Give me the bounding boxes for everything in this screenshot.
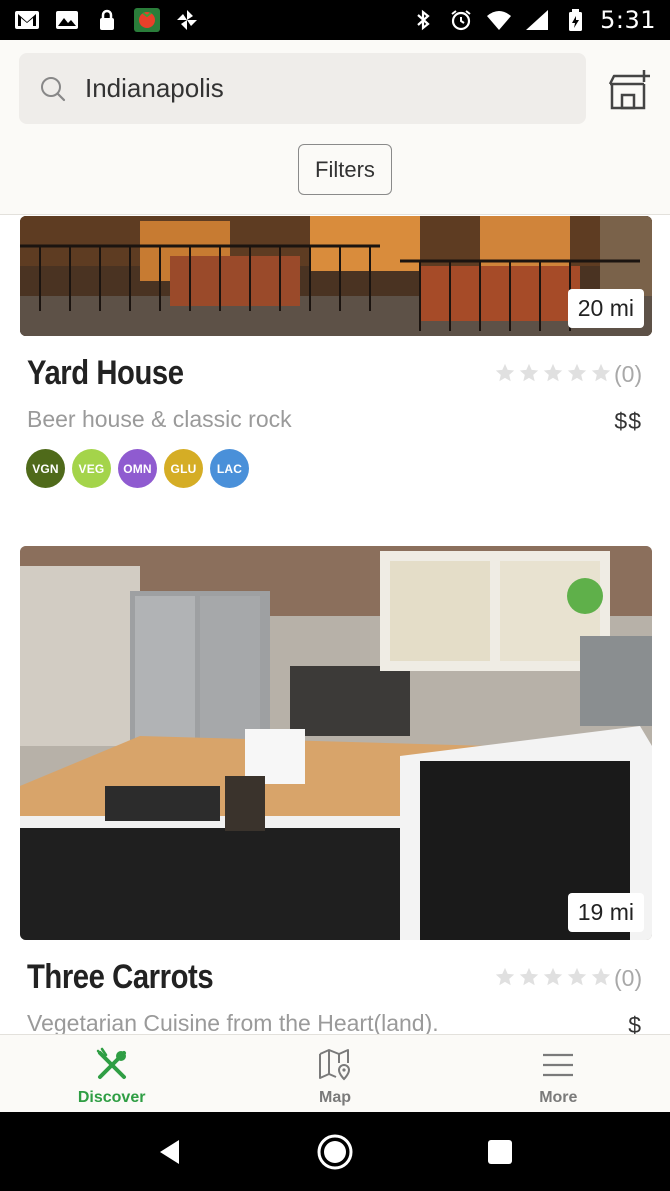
signal-icon [526, 10, 549, 30]
alarm-icon [451, 10, 471, 31]
nav-more[interactable]: More [447, 1035, 670, 1112]
review-count: (0) [614, 965, 643, 991]
search-icon [41, 76, 66, 101]
places-list[interactable]: 20 mi Yard House (0) Beer house & classi… [0, 216, 670, 1034]
fork-spoon-icon [96, 1047, 126, 1079]
lock-icon [100, 9, 114, 30]
tomato-app-icon [134, 8, 160, 32]
status-time: 5:31 [600, 6, 656, 34]
add-place-icon[interactable] [604, 68, 654, 114]
diet-badge-vegan: VGN [26, 449, 65, 488]
gmail-icon [15, 11, 39, 29]
status-bar: 5:31 [0, 0, 670, 40]
place-photo[interactable]: 19 mi [20, 546, 652, 940]
star-icon [519, 363, 539, 382]
price-level: $ [628, 1012, 642, 1034]
diet-badges: VGN VEG OMN GLU LAC [26, 449, 249, 488]
place-card-three-carrots[interactable]: 19 mi Three Carrots (0) Vegetarian Cuisi… [0, 546, 670, 1034]
star-icon [543, 363, 563, 382]
search-bar[interactable] [19, 53, 586, 124]
star-icon [591, 363, 611, 382]
review-count: (0) [614, 361, 643, 387]
home-icon[interactable] [315, 1132, 355, 1172]
filters-button[interactable]: Filters [298, 144, 392, 195]
nav-map[interactable]: Map [223, 1035, 446, 1112]
food-counter-image [20, 546, 652, 940]
nav-label-map: Map [318, 1089, 351, 1106]
wifi-icon [487, 11, 512, 30]
star-icon [567, 967, 587, 986]
star-icon [495, 363, 515, 382]
star-icon [591, 967, 611, 986]
nav-label-discover: Discover [77, 1089, 146, 1106]
distance-badge: 20 mi [567, 289, 644, 328]
back-icon[interactable] [155, 1137, 185, 1167]
distance-badge: 19 mi [567, 893, 644, 932]
nav-label-more: More [539, 1089, 578, 1106]
recents-icon[interactable] [485, 1137, 515, 1167]
place-tagline: Vegetarian Cuisine from the Heart(land). [27, 1010, 439, 1034]
place-name[interactable]: Three Carrots [27, 958, 214, 997]
place-card-yard-house[interactable]: 20 mi Yard House (0) Beer house & classi… [0, 216, 670, 536]
android-nav-bar [0, 1112, 670, 1191]
notification-icons [14, 8, 200, 32]
price-level: $$ [614, 408, 642, 434]
map-pin-icon [318, 1049, 350, 1081]
system-status-icons: 5:31 [410, 6, 656, 34]
place-tagline: Beer house & classic rock [27, 406, 292, 432]
pinwheel-icon [177, 10, 197, 30]
bottom-nav: Discover Map More [0, 1034, 670, 1112]
search-input[interactable] [85, 73, 535, 104]
battery-icon [569, 9, 583, 31]
diet-badge-omnivore: OMN [118, 449, 157, 488]
diet-badge-vegetarian: VEG [72, 449, 111, 488]
star-icon [543, 967, 563, 986]
search-header: Filters [0, 40, 670, 215]
restaurant-interior-image [20, 216, 652, 336]
diet-badge-lactose-free: LAC [210, 449, 249, 488]
diet-badge-gluten-free: GLU [164, 449, 203, 488]
place-name[interactable]: Yard House [27, 354, 184, 393]
bluetooth-icon [417, 9, 430, 31]
rating-stars [494, 966, 612, 988]
nav-discover[interactable]: Discover [0, 1035, 223, 1112]
image-icon [56, 11, 78, 29]
star-icon [519, 967, 539, 986]
place-photo[interactable]: 20 mi [20, 216, 652, 336]
star-icon [567, 363, 587, 382]
star-icon [495, 967, 515, 986]
menu-icon [543, 1053, 574, 1077]
rating-stars [494, 362, 612, 384]
